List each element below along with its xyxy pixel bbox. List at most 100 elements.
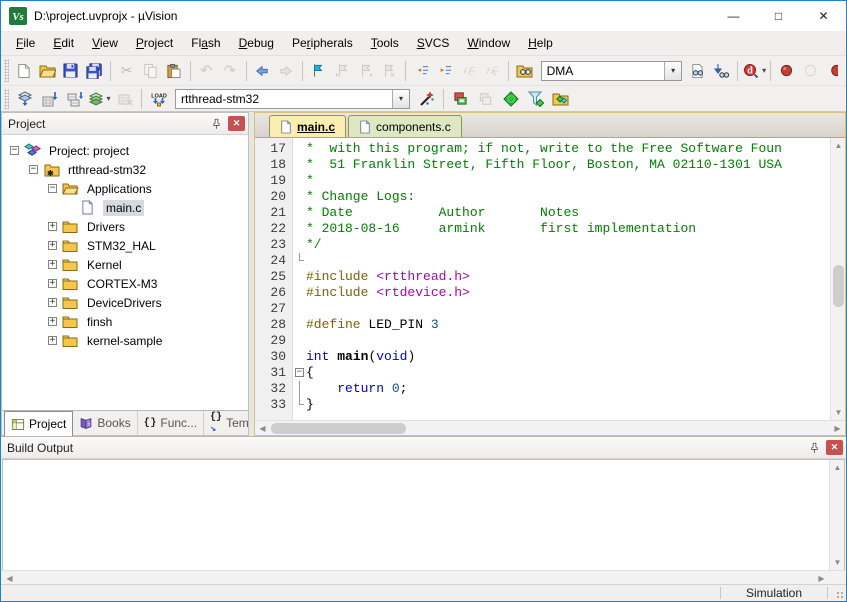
scrollbar-thumb[interactable] bbox=[833, 265, 844, 307]
disable-all-breakpoints-button[interactable] bbox=[822, 59, 846, 83]
expand-icon[interactable]: + bbox=[48, 241, 57, 250]
editor-vertical-scrollbar[interactable]: ▲ ▼ bbox=[830, 138, 845, 420]
minimize-button[interactable]: — bbox=[711, 1, 756, 31]
navigate-back-button[interactable] bbox=[251, 59, 275, 83]
build-button[interactable] bbox=[37, 88, 62, 110]
collapse-icon[interactable]: − bbox=[29, 165, 38, 174]
menu-flash[interactable]: Flash bbox=[182, 33, 229, 53]
scroll-down-icon[interactable]: ▼ bbox=[830, 555, 845, 570]
tree-item-label[interactable]: rtthread-stm32 bbox=[65, 162, 149, 178]
close-button[interactable]: ✕ bbox=[801, 1, 846, 31]
menu-peripherals[interactable]: Peripherals bbox=[283, 33, 362, 53]
pin-icon[interactable] bbox=[805, 440, 823, 456]
select-software-packs-button[interactable] bbox=[523, 88, 548, 110]
outdent-button[interactable] bbox=[410, 59, 434, 83]
tree-item-kernel-sample[interactable]: +kernel-sample bbox=[2, 331, 248, 350]
scrollbar-thumb[interactable] bbox=[271, 423, 406, 434]
code-line-27[interactable]: 27 bbox=[255, 301, 830, 317]
manage-components-button[interactable] bbox=[448, 88, 473, 110]
code-line-33[interactable]: 33} bbox=[255, 397, 830, 413]
code-line-21[interactable]: 21* Date Author Notes bbox=[255, 205, 830, 221]
code-editor[interactable]: 17* with this program; if not, write to … bbox=[255, 138, 830, 420]
toolbar-grip[interactable] bbox=[4, 59, 9, 82]
sidebar-tab-books[interactable]: ?Books bbox=[73, 411, 137, 435]
code-line-26[interactable]: 26#include <rtdevice.h> bbox=[255, 285, 830, 301]
tree-item-label[interactable]: finsh bbox=[84, 314, 115, 330]
expand-icon[interactable]: + bbox=[48, 260, 57, 269]
expand-icon[interactable]: + bbox=[48, 336, 57, 345]
manage-rte-button[interactable] bbox=[498, 88, 523, 110]
tree-item-applications[interactable]: −Applications bbox=[2, 179, 248, 198]
code-line-25[interactable]: 25#include <rtthread.h> bbox=[255, 269, 830, 285]
tree-item-label[interactable]: CORTEX-M3 bbox=[84, 276, 160, 292]
expand-icon[interactable]: + bbox=[48, 279, 57, 288]
scroll-up-icon[interactable]: ▲ bbox=[831, 138, 846, 153]
code-line-17[interactable]: 17* with this program; if not, write to … bbox=[255, 141, 830, 157]
tree-item-rtthread-stm32[interactable]: −✱rtthread-stm32 bbox=[2, 160, 248, 179]
tree-item-drivers[interactable]: + Drivers bbox=[2, 217, 248, 236]
editor-tab-main-c[interactable]: main.c bbox=[269, 115, 346, 137]
search-combobox-value[interactable]: DMA bbox=[542, 62, 664, 80]
project-panel-close-icon[interactable]: ✕ bbox=[228, 116, 245, 131]
menu-window[interactable]: Window bbox=[458, 33, 519, 53]
code-line-31[interactable]: 31−{ bbox=[255, 365, 830, 381]
tree-item-label[interactable]: Project: project bbox=[46, 143, 132, 159]
code-line-30[interactable]: 30int main(void) bbox=[255, 349, 830, 365]
target-combobox-value[interactable]: rtthread-stm32 bbox=[176, 90, 392, 108]
tree-item-cortex-m3[interactable]: + CORTEX-M3 bbox=[2, 274, 248, 293]
chevron-down-icon[interactable]: ▾ bbox=[762, 66, 766, 75]
sidebar-tab-project[interactable]: Project bbox=[4, 411, 73, 436]
menu-help[interactable]: Help bbox=[519, 33, 562, 53]
toolbar-grip[interactable] bbox=[4, 89, 9, 109]
tree-item-project-project[interactable]: − Project: project bbox=[2, 141, 248, 160]
code-line-28[interactable]: 28#define LED_PIN 3 bbox=[255, 317, 830, 333]
chevron-down-icon[interactable]: ▾ bbox=[106, 94, 110, 103]
insert-breakpoint-button[interactable] bbox=[775, 59, 799, 83]
target-combobox[interactable]: rtthread-stm32▾ bbox=[175, 89, 410, 109]
chevron-down-icon[interactable]: ▾ bbox=[392, 90, 409, 108]
scroll-right-icon[interactable]: ▶ bbox=[830, 421, 845, 436]
save-button[interactable] bbox=[59, 59, 83, 83]
code-line-29[interactable]: 29 bbox=[255, 333, 830, 349]
expand-icon[interactable]: + bbox=[48, 317, 57, 326]
rebuild-button[interactable] bbox=[62, 88, 87, 110]
build-output-vertical-scrollbar[interactable]: ▲ ▼ bbox=[829, 460, 844, 570]
tree-item-label[interactable]: Kernel bbox=[84, 257, 125, 273]
scroll-right-icon[interactable]: ▶ bbox=[814, 571, 829, 586]
find-in-files-button[interactable] bbox=[513, 59, 537, 83]
indent-button[interactable] bbox=[433, 59, 457, 83]
tree-item-main-c[interactable]: main.c bbox=[2, 198, 248, 217]
code-line-19[interactable]: 19* bbox=[255, 173, 830, 189]
incremental-find-button[interactable] bbox=[710, 59, 734, 83]
scroll-down-icon[interactable]: ▼ bbox=[831, 405, 846, 420]
tree-item-label[interactable]: STM32_HAL bbox=[84, 238, 159, 254]
build-output-close-icon[interactable]: ✕ bbox=[826, 440, 843, 455]
build-output-horizontal-scrollbar[interactable]: ◀ ▶ bbox=[2, 570, 845, 584]
tree-item-label[interactable]: Drivers bbox=[84, 219, 128, 235]
toggle-bookmark-button[interactable] bbox=[307, 59, 331, 83]
menu-file[interactable]: File bbox=[7, 33, 44, 53]
tree-item-finsh[interactable]: + finsh bbox=[2, 312, 248, 331]
editor-horizontal-scrollbar[interactable]: ◀ ▶ bbox=[255, 420, 845, 435]
code-line-24[interactable]: 24 bbox=[255, 253, 830, 269]
scroll-left-icon[interactable]: ◀ bbox=[255, 421, 270, 436]
save-all-button[interactable] bbox=[82, 59, 106, 83]
tree-item-stm32-hal[interactable]: + STM32_HAL bbox=[2, 236, 248, 255]
build-output-text[interactable] bbox=[3, 460, 829, 570]
menu-project[interactable]: Project bbox=[127, 33, 182, 53]
tree-item-label[interactable]: DeviceDrivers bbox=[84, 295, 165, 311]
expand-icon[interactable]: + bbox=[48, 222, 57, 231]
find-button[interactable] bbox=[686, 59, 710, 83]
code-line-20[interactable]: 20* Change Logs: bbox=[255, 189, 830, 205]
search-combobox[interactable]: DMA▾ bbox=[541, 61, 682, 81]
new-file-button[interactable] bbox=[12, 59, 36, 83]
collapse-icon[interactable]: − bbox=[10, 146, 19, 155]
target-options-button[interactable] bbox=[414, 88, 439, 110]
code-line-32[interactable]: 32 return 0; bbox=[255, 381, 830, 397]
tree-item-label[interactable]: Applications bbox=[84, 181, 155, 197]
resize-grip[interactable] bbox=[828, 585, 846, 601]
chevron-down-icon[interactable]: ▾ bbox=[664, 62, 681, 80]
batch-build-button[interactable]: ▾ bbox=[87, 88, 112, 110]
scroll-up-icon[interactable]: ▲ bbox=[830, 460, 845, 475]
scroll-left-icon[interactable]: ◀ bbox=[2, 571, 17, 586]
